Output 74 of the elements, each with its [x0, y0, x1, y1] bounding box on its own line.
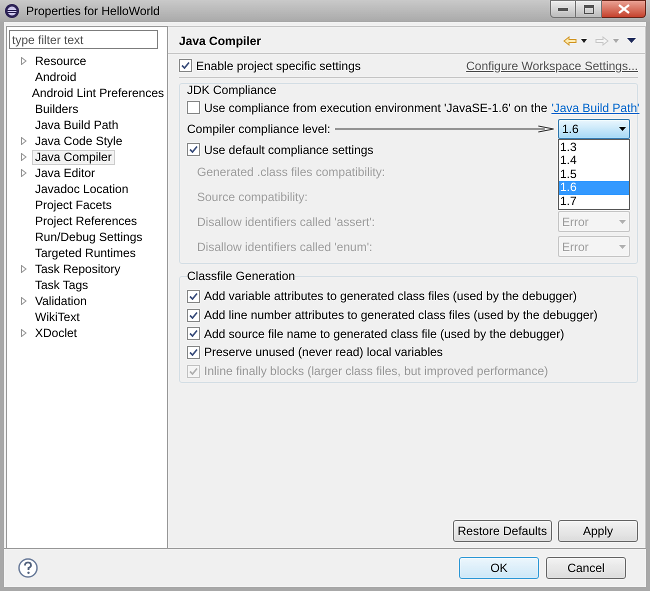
tree-item[interactable]: Task Repository: [32, 262, 124, 276]
expand-icon[interactable]: [19, 296, 29, 306]
filter-field[interactable]: type filter text: [9, 30, 158, 49]
expand-icon[interactable]: [19, 264, 29, 274]
app-icon: [4, 3, 20, 19]
page-title: Java Compiler: [179, 32, 262, 50]
dropdown-arrow-icon: [619, 126, 626, 130]
dialog-button[interactable]: Cancel: [546, 557, 626, 579]
expand-icon[interactable]: [19, 168, 29, 178]
checkbox[interactable]: [187, 290, 200, 303]
dropdown-option[interactable]: 1.3: [559, 140, 629, 154]
field-label: Disallow identifiers called 'enum':: [197, 238, 372, 256]
checkbox-label: Use default compliance settings: [204, 142, 374, 158]
expand-icon[interactable]: [19, 56, 29, 66]
configure-link[interactable]: Configure Workspace Settings...: [466, 56, 638, 74]
expand-icon[interactable]: [19, 152, 29, 162]
close-button[interactable]: [602, 0, 646, 18]
maximize-icon: [584, 4, 594, 14]
checkbox-label: Preserve unused (never read) local variables: [204, 344, 443, 362]
maximize-button[interactable]: [576, 0, 602, 18]
dropdown-option[interactable]: 1.7: [559, 194, 629, 208]
help-icon[interactable]: [18, 558, 38, 578]
checkbox[interactable]: [187, 101, 200, 114]
dropdown-arrow-icon: [613, 38, 619, 42]
field-label: Generated .class files compatibility:: [197, 164, 386, 180]
tree-item[interactable]: Android Lint Preferences: [28, 86, 167, 100]
tree-item[interactable]: Android: [32, 70, 80, 84]
tree-item[interactable]: Run/Debug Settings: [32, 230, 146, 244]
dropdown-option[interactable]: 1.4: [559, 154, 629, 168]
checkbox-label: Use compliance from execution environment 'JavaSE-1.6' on the: [204, 100, 548, 116]
build-path-link[interactable]: 'Java Build Path': [551, 98, 640, 116]
dropdown-arrow-icon[interactable]: [581, 38, 587, 42]
group-title: JDK Compliance: [187, 84, 278, 98]
tree-item[interactable]: Project References: [32, 214, 140, 228]
dropdown-arrow-icon: [619, 244, 626, 248]
checkbox-label: Add variable attributes to generated class files (used by the debugger): [204, 288, 577, 306]
tree-item[interactable]: Builders: [32, 102, 82, 116]
close-icon: [618, 4, 630, 14]
dropdown-arrow-icon: [619, 220, 626, 224]
checkbox[interactable]: [187, 346, 200, 359]
tree-item[interactable]: Validation: [32, 294, 90, 308]
field-label: Disallow identifiers called 'assert':: [197, 214, 375, 230]
checkbox-label: Add line number attributes to generated class files (used by the debugger): [204, 307, 598, 324]
page-button[interactable]: Apply: [558, 520, 638, 542]
checkbox[interactable]: [187, 143, 200, 156]
tree-item[interactable]: Targeted Runtimes: [32, 246, 139, 260]
field-label: Compiler compliance level:: [187, 120, 330, 138]
forward-icon: [595, 36, 609, 46]
dropdown-option[interactable]: 1.5: [559, 168, 629, 181]
page-button[interactable]: Restore Defaults: [452, 520, 552, 542]
checkbox[interactable]: [187, 308, 200, 322]
minimize-button[interactable]: [550, 0, 576, 18]
minimize-icon: [558, 7, 568, 11]
checkbox[interactable]: [187, 327, 200, 340]
dialog-button[interactable]: OK: [459, 557, 539, 579]
checkbox-label: Add source file name to generated class file (used by the debugger): [204, 326, 564, 343]
tree-item[interactable]: Task Tags: [32, 278, 92, 292]
tree-item[interactable]: Javadoc Location: [32, 182, 132, 196]
tree-item[interactable]: Java Compiler: [32, 150, 115, 164]
field-label: Source compatibility:: [197, 188, 308, 206]
expand-icon[interactable]: [19, 136, 29, 146]
tree-item[interactable]: Java Editor: [32, 166, 98, 180]
expand-icon[interactable]: [19, 328, 29, 338]
checkbox-label: Inline finally blocks (larger class files, but improved performance): [204, 363, 548, 380]
tree-item[interactable]: Java Build Path: [32, 118, 122, 132]
window-title: Properties for HelloWorld: [26, 3, 160, 20]
checkbox-label: Enable project specific settings: [196, 58, 361, 74]
tree-item[interactable]: XDoclet: [32, 326, 80, 340]
tree-item[interactable]: WikiText: [32, 310, 83, 324]
tree-item[interactable]: Project Facets: [32, 198, 115, 212]
checkbox[interactable]: [179, 59, 192, 72]
view-menu-icon[interactable]: [627, 38, 636, 43]
tree-item[interactable]: Java Code Style: [32, 134, 126, 148]
tree-item[interactable]: Resource: [32, 54, 90, 68]
